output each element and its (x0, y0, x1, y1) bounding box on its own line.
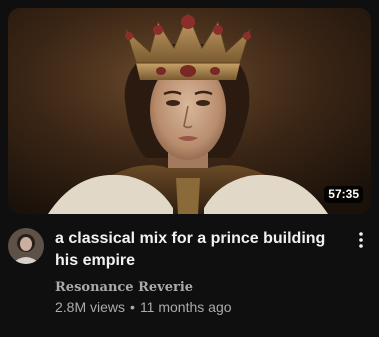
meta-separator: • (130, 299, 135, 315)
avatar-image (8, 228, 44, 264)
video-thumbnail[interactable]: 57:35 (8, 8, 371, 214)
upload-age: 11 months ago (139, 299, 232, 315)
channel-name[interactable]: Resonance Reverie (55, 279, 193, 297)
view-count: 2.8M views (55, 299, 126, 315)
prince-portrait-image (8, 8, 371, 214)
video-metadata: 2.8M views • 11 months ago (55, 297, 232, 317)
video-card: 57:35 a classical mix for a prince build… (0, 0, 379, 337)
kebab-menu-icon (359, 232, 363, 248)
duration-badge: 57:35 (324, 186, 363, 203)
video-title[interactable]: a classical mix for a prince building hi… (55, 228, 345, 272)
more-actions-button[interactable] (349, 228, 373, 252)
channel-avatar[interactable] (8, 228, 44, 264)
